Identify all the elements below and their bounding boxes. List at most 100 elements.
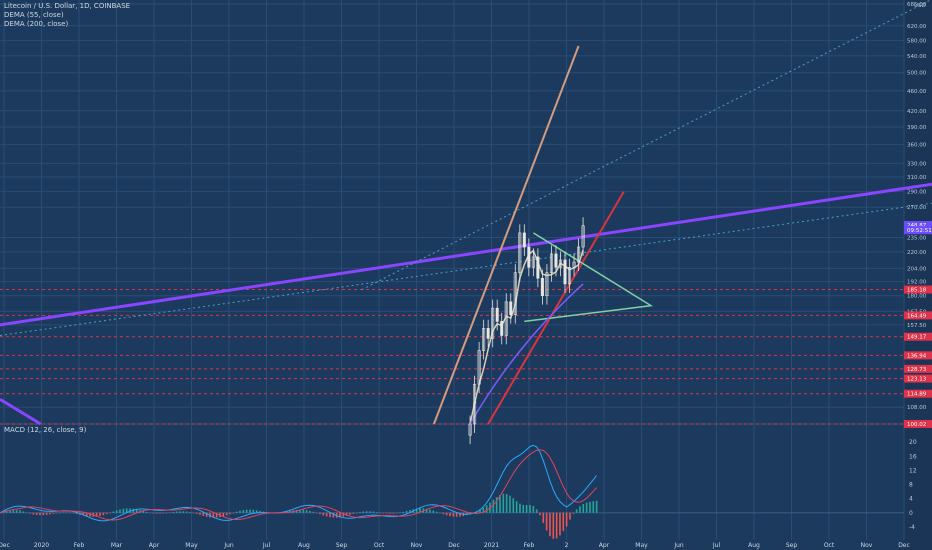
macd-histogram-bar xyxy=(349,512,351,515)
macd-histogram-bar xyxy=(509,495,511,513)
price-label-text: 149.17 xyxy=(907,335,927,341)
macd-histogram-bar xyxy=(179,511,181,513)
macd-histogram-bar xyxy=(519,503,521,513)
price-label-text: 114.89 xyxy=(907,392,927,398)
macd-histogram-bar xyxy=(305,510,308,513)
macd-histogram-bar xyxy=(432,510,435,513)
candle-body xyxy=(522,232,526,248)
macd-histogram-bar xyxy=(39,512,41,516)
legend-dema55: DEMA (55, close) xyxy=(4,11,64,19)
macd-tick-label: 8 xyxy=(909,482,913,489)
macd-histogram-bar xyxy=(532,506,535,513)
macd-histogram-bar xyxy=(169,512,171,513)
macd-histogram-bar xyxy=(252,509,255,513)
x-tick-label: Dec xyxy=(448,542,460,549)
macd-histogram-bar xyxy=(175,511,178,513)
price-tick-label: 420.00 xyxy=(907,109,927,115)
macd-histogram-bar xyxy=(455,512,458,517)
macd-histogram-bar xyxy=(312,511,315,513)
macd-histogram-bar xyxy=(539,512,541,516)
macd-histogram-bar xyxy=(552,512,555,539)
x-tick-label: Aug xyxy=(748,542,760,549)
price-tick-label: 235.00 xyxy=(907,236,927,242)
macd-histogram-bar xyxy=(572,512,575,514)
price-label-text: 185.18 xyxy=(907,288,927,294)
candle-body xyxy=(527,246,531,268)
macd-histogram-bar xyxy=(122,508,125,513)
macd-histogram-bar xyxy=(452,512,455,517)
macd-histogram-bar xyxy=(429,509,431,513)
macd-tick-label: 0 xyxy=(909,510,913,517)
candle-body xyxy=(500,321,504,336)
macd-histogram-bar xyxy=(382,512,385,514)
candle-body xyxy=(536,256,540,279)
macd-histogram-bar xyxy=(589,501,591,513)
macd-histogram-bar xyxy=(55,512,58,514)
x-tick-label: Oct xyxy=(374,542,385,549)
macd-tick-label: 4 xyxy=(909,496,913,503)
macd-histogram-bar xyxy=(45,512,48,515)
macd-histogram-bar xyxy=(365,511,368,513)
macd-histogram-bar xyxy=(22,511,25,513)
macd-histogram-bar xyxy=(529,504,531,513)
macd-tick-label: 20 xyxy=(909,439,917,446)
x-tick-label: Jul xyxy=(262,542,271,549)
x-tick-label: Mar xyxy=(111,542,123,549)
macd-histogram-bar xyxy=(149,512,151,514)
macd-histogram-bar xyxy=(395,512,398,514)
macd-histogram-bar xyxy=(372,511,375,513)
macd-histogram-bar xyxy=(352,512,355,514)
macd-histogram-bar xyxy=(192,512,195,514)
price-tick-label: 180.00 xyxy=(907,294,927,300)
macd-histogram-bar xyxy=(545,512,548,531)
price-tick-label: 108.00 xyxy=(907,405,927,411)
price-tick-label: 220.00 xyxy=(907,250,927,256)
macd-histogram-bar xyxy=(185,511,188,513)
macd-histogram-bar xyxy=(229,512,231,515)
x-tick-label: Nov xyxy=(411,542,423,549)
macd-histogram-bar xyxy=(182,511,185,513)
macd-histogram-bar xyxy=(102,512,105,516)
price-tick-label: 204.00 xyxy=(907,266,927,272)
macd-histogram-bar xyxy=(579,506,581,513)
price-tick-label: 157.50 xyxy=(907,323,927,329)
x-tick-label: Dec xyxy=(0,542,10,549)
macd-histogram-bar xyxy=(582,503,585,513)
macd-histogram-bar xyxy=(19,510,21,513)
macd-histogram-bar xyxy=(195,512,198,514)
x-tick-label: May xyxy=(185,542,198,549)
macd-histogram-bar xyxy=(25,512,28,514)
macd-histogram-bar xyxy=(222,512,225,517)
macd-histogram-bar xyxy=(12,510,15,513)
macd-histogram-bar xyxy=(119,509,121,513)
price-tick-label: 290.00 xyxy=(907,190,927,196)
macd-histogram-bar xyxy=(362,511,365,513)
macd-histogram-bar xyxy=(375,512,378,513)
macd-histogram-bar xyxy=(309,510,311,513)
macd-histogram-bar xyxy=(359,512,361,513)
price-tick-label: 390.00 xyxy=(907,125,927,131)
macd-histogram-bar xyxy=(35,512,38,515)
macd-histogram-bar xyxy=(152,512,155,514)
price-tick-label: 270.00 xyxy=(907,205,927,211)
macd-histogram-bar xyxy=(159,512,161,514)
macd-histogram-bar xyxy=(172,511,175,513)
macd-histogram-bar xyxy=(355,512,358,514)
macd-histogram-bar xyxy=(115,510,118,513)
macd-histogram-bar xyxy=(42,512,45,516)
macd-histogram-bar xyxy=(559,512,561,536)
macd-histogram-bar xyxy=(435,511,438,513)
macd-histogram-bar xyxy=(249,509,251,513)
macd-histogram-bar xyxy=(492,499,495,513)
x-tick-label: Apr xyxy=(149,542,160,549)
macd-histogram-bar xyxy=(399,512,401,514)
price-tick-label: 192.00 xyxy=(907,280,927,286)
price-tick-label: 310.00 xyxy=(907,175,927,181)
chart-background xyxy=(0,0,932,550)
macd-histogram-bar xyxy=(225,512,228,516)
macd-histogram-bar xyxy=(385,512,388,514)
macd-histogram-bar xyxy=(525,505,528,513)
x-tick-label: Apr xyxy=(599,542,610,549)
macd-histogram-bar xyxy=(59,512,61,514)
price-label-text: 136.94 xyxy=(907,353,927,359)
